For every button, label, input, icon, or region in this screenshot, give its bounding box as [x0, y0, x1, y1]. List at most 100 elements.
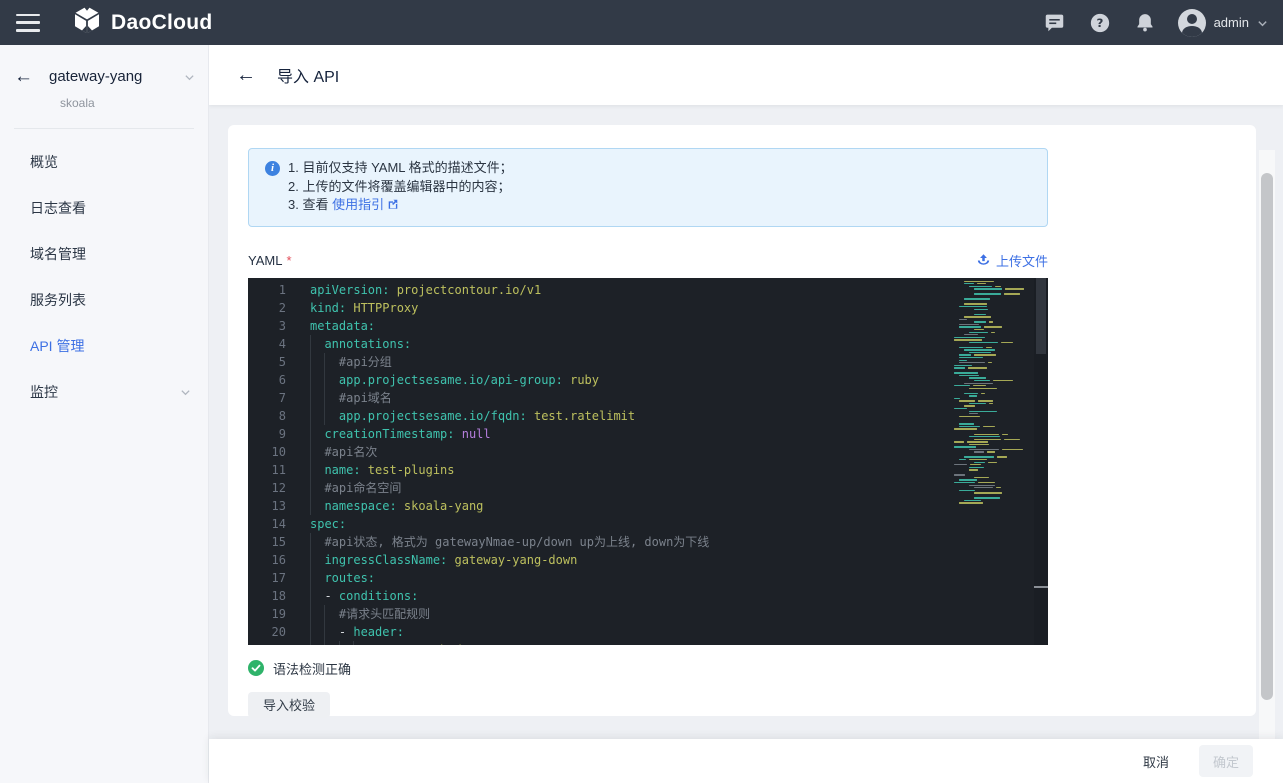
message-icon[interactable]: [1043, 11, 1067, 35]
info-icon: i: [265, 161, 280, 176]
line-number: 4: [248, 335, 286, 353]
sidebar-item-label: 服务列表: [30, 290, 190, 310]
syntax-status: 语法检测正确: [248, 659, 1236, 678]
chevron-down-icon[interactable]: [1257, 18, 1267, 28]
code-line[interactable]: 17 routes:: [248, 569, 1048, 587]
editor-minimap[interactable]: [950, 278, 1034, 645]
code-line[interactable]: 11 name: test-plugins: [248, 461, 1048, 479]
editor-scrollbar-thumb[interactable]: [1036, 278, 1046, 354]
line-number: 14: [248, 515, 286, 533]
syntax-status-text: 语法检测正确: [273, 659, 351, 678]
line-number: 1: [248, 281, 286, 299]
sidebar-nav: 概览日志查看域名管理服务列表 API 管理监控: [0, 129, 208, 415]
code-line[interactable]: 6 app.projectsesame.io/api-group: ruby: [248, 371, 1048, 389]
code-line[interactable]: 2kind: HTTPProxy: [248, 299, 1048, 317]
alert-line-1: 1. 目前仅支持 YAML 格式的描述文件；: [288, 159, 513, 178]
code-line[interactable]: 5 #api分组: [248, 353, 1048, 371]
sidebar-item-label: 域名管理: [30, 244, 190, 264]
workspace-name[interactable]: gateway-yang: [49, 68, 184, 85]
code-line[interactable]: 12 #api命名空间: [248, 479, 1048, 497]
line-number: 10: [248, 443, 286, 461]
line-number: 3: [248, 317, 286, 335]
sidebar-item-2[interactable]: 域名管理: [0, 231, 208, 277]
username: admin: [1214, 15, 1249, 30]
chevron-down-icon: [180, 387, 190, 397]
svg-text:?: ?: [1096, 16, 1103, 30]
cancel-button[interactable]: 取消: [1143, 752, 1169, 771]
page-scrollbar-thumb[interactable]: [1261, 173, 1273, 700]
usage-guide-link[interactable]: 使用指引: [332, 197, 384, 212]
line-number: 7: [248, 389, 286, 407]
editor-scrollbar[interactable]: [1034, 278, 1048, 645]
code-line[interactable]: 7 #api域名: [248, 389, 1048, 407]
line-number: 13: [248, 497, 286, 515]
line-number: 9: [248, 425, 286, 443]
line-number: 6: [248, 371, 286, 389]
line-number: 21: [248, 641, 286, 645]
page-title: 导入 API: [277, 63, 339, 87]
bell-icon[interactable]: [1133, 11, 1157, 35]
avatar[interactable]: [1178, 9, 1206, 37]
sidebar-item-label: 监控: [30, 382, 180, 402]
code-line[interactable]: 1apiVersion: projectcontour.io/v1: [248, 281, 1048, 299]
sidebar-item-5[interactable]: 监控: [0, 369, 208, 415]
code-line[interactable]: 9 creationTimestamp: null: [248, 425, 1048, 443]
code-line[interactable]: 13 namespace: skoala-yang: [248, 497, 1048, 515]
sidebar-item-label: API 管理: [30, 336, 190, 356]
code-line[interactable]: 10 #api名次: [248, 443, 1048, 461]
sidebar-item-1[interactable]: 日志查看: [0, 185, 208, 231]
check-circle-icon: [248, 660, 264, 676]
code-line[interactable]: 3metadata:: [248, 317, 1048, 335]
line-number: 5: [248, 353, 286, 371]
alert-line-3: 3. 查看 使用指引: [288, 196, 513, 216]
line-number: 15: [248, 533, 286, 551]
code-line[interactable]: 20 - header:: [248, 623, 1048, 641]
code-line[interactable]: 15 #api状态, 格式为 gatewayNmae-up/down up为上线…: [248, 533, 1048, 551]
code-line[interactable]: 19 #请求头匹配规则: [248, 605, 1048, 623]
sidebar-item-label: 日志查看: [30, 198, 190, 218]
confirm-button[interactable]: 确定: [1199, 745, 1253, 777]
info-alert: i 1. 目前仅支持 YAML 格式的描述文件； 2. 上传的文件将覆盖编辑器中…: [248, 148, 1048, 227]
page-back-icon[interactable]: ←: [236, 65, 256, 85]
alert-line-2: 2. 上传的文件将覆盖编辑器中的内容；: [288, 178, 513, 197]
menu-icon[interactable]: [16, 14, 42, 32]
line-number: 19: [248, 605, 286, 623]
line-number: 12: [248, 479, 286, 497]
top-bar: DaoCloud ? admin: [0, 0, 1283, 45]
line-number: 2: [248, 299, 286, 317]
code-line[interactable]: 18 - conditions:: [248, 587, 1048, 605]
external-link-icon: [387, 197, 399, 216]
yaml-code-editor[interactable]: 1apiVersion: projectcontour.io/v12kind: …: [248, 278, 1048, 645]
required-mark: *: [286, 253, 291, 268]
brand-logo[interactable]: DaoCloud: [72, 5, 213, 40]
line-number: 18: [248, 587, 286, 605]
workspace-chevron-icon[interactable]: [184, 72, 194, 82]
brand-name: DaoCloud: [111, 11, 213, 35]
sidebar-item-4[interactable]: API 管理: [0, 323, 208, 369]
code-line[interactable]: 14spec:: [248, 515, 1048, 533]
line-number: 8: [248, 407, 286, 425]
code-line[interactable]: 16 ingressClassName: gateway-yang-down: [248, 551, 1048, 569]
sidebar-item-3[interactable]: 服务列表: [0, 277, 208, 323]
code-line[interactable]: 21 name: :method: [248, 641, 1048, 645]
upload-icon: [976, 253, 991, 268]
code-line[interactable]: 8 app.projectsesame.io/fqdn: test.rateli…: [248, 407, 1048, 425]
line-number: 20: [248, 623, 286, 641]
code-line[interactable]: 4 annotations:: [248, 335, 1048, 353]
import-validate-button[interactable]: 导入校验: [248, 692, 330, 718]
line-number: 11: [248, 461, 286, 479]
page-header: ← 导入 API: [209, 45, 1283, 105]
sidebar: ← gateway-yang skoala 概览日志查看域名管理服务列表API …: [0, 45, 209, 783]
line-number: 16: [248, 551, 286, 569]
sidebar-back-icon[interactable]: ←: [14, 67, 33, 86]
sidebar-item-0[interactable]: 概览: [0, 139, 208, 185]
yaml-label: YAML: [248, 253, 282, 268]
main-content: ← 导入 API i 1. 目前仅支持 YAML 格式的描述文件； 2. 上传的…: [209, 45, 1283, 783]
scroll-area: i 1. 目前仅支持 YAML 格式的描述文件； 2. 上传的文件将覆盖编辑器中…: [209, 105, 1283, 739]
footer-action-bar: 取消 确定: [209, 739, 1283, 783]
upload-file-button[interactable]: 上传文件: [976, 251, 1048, 270]
sidebar-item-label: 概览: [30, 152, 190, 172]
daocloud-logo-icon: [72, 5, 102, 40]
help-icon[interactable]: ?: [1088, 11, 1112, 35]
page-scrollbar[interactable]: [1259, 150, 1275, 783]
